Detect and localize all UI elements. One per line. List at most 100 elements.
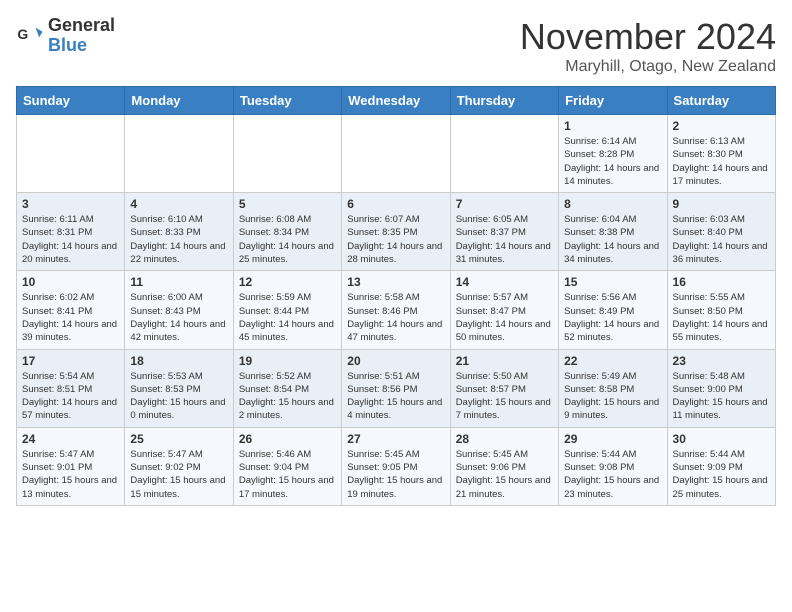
logo-line2: Blue [48,36,115,56]
day-number: 2 [673,119,770,133]
day-info: Sunrise: 6:14 AM Sunset: 8:28 PM Dayligh… [564,135,661,188]
calendar-cell: 4 Sunrise: 6:10 AM Sunset: 8:33 PM Daylig… [125,193,233,271]
day-info: Sunrise: 5:50 AM Sunset: 8:57 PM Dayligh… [456,370,553,423]
calendar-cell: 23 Sunrise: 5:48 AM Sunset: 9:00 PM Dayli… [667,349,775,427]
day-info: Sunrise: 6:03 AM Sunset: 8:40 PM Dayligh… [673,213,770,266]
header-saturday: Saturday [667,87,775,115]
title-section: November 2024 Maryhill, Otago, New Zeala… [520,16,776,76]
calendar-week-3: 10Sunrise: 6:02 AM Sunset: 8:41 PM Dayli… [17,271,776,349]
calendar-cell [125,115,233,193]
day-info: Sunrise: 6:05 AM Sunset: 8:37 PM Dayligh… [456,213,553,266]
calendar-cell: 17 Sunrise: 5:54 AM Sunset: 8:51 PM Dayli… [17,349,125,427]
calendar-cell: 22 Sunrise: 5:49 AM Sunset: 8:58 PM Dayli… [559,349,667,427]
logo-line1: General [48,16,115,36]
calendar-cell: 9Sunrise: 6:03 AM Sunset: 8:40 PM Daylig… [667,193,775,271]
calendar-week-4: 17 Sunrise: 5:54 AM Sunset: 8:51 PM Dayli… [17,349,776,427]
logo-icon: G [16,22,44,50]
day-number: 10 [22,275,119,289]
calendar-cell: 27 Sunrise: 5:45 AM Sunset: 9:05 PM Dayli… [342,427,450,505]
calendar-cell: 29 Sunrise: 5:44 AM Sunset: 9:08 PM Dayli… [559,427,667,505]
day-info: Sunrise: 5:52 AM Sunset: 8:54 PM Dayligh… [239,370,336,423]
calendar-cell: 1Sunrise: 6:14 AM Sunset: 8:28 PM Daylig… [559,115,667,193]
calendar-week-1: 1Sunrise: 6:14 AM Sunset: 8:28 PM Daylig… [17,115,776,193]
calendar-cell: 20Sunrise: 5:51 AM Sunset: 8:56 PM Dayli… [342,349,450,427]
day-info: Sunrise: 5:54 AM Sunset: 8:51 PM Dayligh… [22,370,119,423]
day-number: 28 [456,432,553,446]
day-number: 22 [564,354,661,368]
header-tuesday: Tuesday [233,87,341,115]
calendar-week-2: 3Sunrise: 6:11 AM Sunset: 8:31 PM Daylig… [17,193,776,271]
calendar-week-5: 24 Sunrise: 5:47 AM Sunset: 9:01 PM Dayli… [17,427,776,505]
day-info: Sunrise: 5:55 AM Sunset: 8:50 PM Dayligh… [673,291,770,344]
header-wednesday: Wednesday [342,87,450,115]
day-info: Sunrise: 5:46 AM Sunset: 9:04 PM Dayligh… [239,448,336,501]
calendar-cell: 6 Sunrise: 6:07 AM Sunset: 8:35 PM Daylig… [342,193,450,271]
header-thursday: Thursday [450,87,558,115]
day-number: 16 [673,275,770,289]
calendar-cell: 3Sunrise: 6:11 AM Sunset: 8:31 PM Daylig… [17,193,125,271]
calendar-cell [450,115,558,193]
day-number: 29 [564,432,661,446]
day-number: 20 [347,354,444,368]
calendar-header-row: SundayMondayTuesdayWednesdayThursdayFrid… [17,87,776,115]
day-number: 26 [239,432,336,446]
day-number: 15 [564,275,661,289]
day-number: 18 [130,354,227,368]
day-number: 23 [673,354,770,368]
calendar-cell: 15 Sunrise: 5:56 AM Sunset: 8:49 PM Dayli… [559,271,667,349]
day-number: 24 [22,432,119,446]
header-friday: Friday [559,87,667,115]
calendar-cell: 28 Sunrise: 5:45 AM Sunset: 9:06 PM Dayli… [450,427,558,505]
day-info: Sunrise: 5:45 AM Sunset: 9:06 PM Dayligh… [456,448,553,501]
day-info: Sunrise: 5:53 AM Sunset: 8:53 PM Dayligh… [130,370,227,423]
day-number: 12 [239,275,336,289]
day-number: 14 [456,275,553,289]
day-info: Sunrise: 5:59 AM Sunset: 8:44 PM Dayligh… [239,291,336,344]
logo-text: General Blue [48,16,115,56]
day-number: 11 [130,275,227,289]
day-info: Sunrise: 6:10 AM Sunset: 8:33 PM Dayligh… [130,213,227,266]
calendar-cell: 8 Sunrise: 6:04 AM Sunset: 8:38 PM Daylig… [559,193,667,271]
day-number: 17 [22,354,119,368]
svg-text:G: G [17,26,28,42]
calendar-cell: 26 Sunrise: 5:46 AM Sunset: 9:04 PM Dayli… [233,427,341,505]
day-info: Sunrise: 5:48 AM Sunset: 9:00 PM Dayligh… [673,370,770,423]
calendar-cell: 2 Sunrise: 6:13 AM Sunset: 8:30 PM Daylig… [667,115,775,193]
day-number: 27 [347,432,444,446]
day-info: Sunrise: 5:47 AM Sunset: 9:01 PM Dayligh… [22,448,119,501]
month-title: November 2024 [520,16,776,58]
calendar-cell: 24 Sunrise: 5:47 AM Sunset: 9:01 PM Dayli… [17,427,125,505]
calendar-cell: 30Sunrise: 5:44 AM Sunset: 9:09 PM Dayli… [667,427,775,505]
calendar-cell: 21 Sunrise: 5:50 AM Sunset: 8:57 PM Dayli… [450,349,558,427]
logo: G General Blue [16,16,115,56]
day-info: Sunrise: 6:13 AM Sunset: 8:30 PM Dayligh… [673,135,770,188]
calendar-cell: 11 Sunrise: 6:00 AM Sunset: 8:43 PM Dayli… [125,271,233,349]
day-number: 4 [130,197,227,211]
day-number: 6 [347,197,444,211]
calendar-cell: 5Sunrise: 6:08 AM Sunset: 8:34 PM Daylig… [233,193,341,271]
day-info: Sunrise: 5:56 AM Sunset: 8:49 PM Dayligh… [564,291,661,344]
day-number: 30 [673,432,770,446]
location-title: Maryhill, Otago, New Zealand [520,58,776,76]
header-sunday: Sunday [17,87,125,115]
day-info: Sunrise: 5:49 AM Sunset: 8:58 PM Dayligh… [564,370,661,423]
day-number: 21 [456,354,553,368]
calendar-cell: 7Sunrise: 6:05 AM Sunset: 8:37 PM Daylig… [450,193,558,271]
day-number: 25 [130,432,227,446]
day-info: Sunrise: 5:47 AM Sunset: 9:02 PM Dayligh… [130,448,227,501]
day-info: Sunrise: 6:04 AM Sunset: 8:38 PM Dayligh… [564,213,661,266]
calendar-cell [17,115,125,193]
header-monday: Monday [125,87,233,115]
calendar-cell: 13Sunrise: 5:58 AM Sunset: 8:46 PM Dayli… [342,271,450,349]
day-number: 8 [564,197,661,211]
day-number: 5 [239,197,336,211]
calendar-cell: 19Sunrise: 5:52 AM Sunset: 8:54 PM Dayli… [233,349,341,427]
day-info: Sunrise: 5:58 AM Sunset: 8:46 PM Dayligh… [347,291,444,344]
day-info: Sunrise: 5:45 AM Sunset: 9:05 PM Dayligh… [347,448,444,501]
calendar-cell: 18 Sunrise: 5:53 AM Sunset: 8:53 PM Dayli… [125,349,233,427]
day-info: Sunrise: 6:07 AM Sunset: 8:35 PM Dayligh… [347,213,444,266]
day-info: Sunrise: 5:57 AM Sunset: 8:47 PM Dayligh… [456,291,553,344]
day-info: Sunrise: 6:00 AM Sunset: 8:43 PM Dayligh… [130,291,227,344]
day-info: Sunrise: 5:44 AM Sunset: 9:08 PM Dayligh… [564,448,661,501]
calendar-cell [342,115,450,193]
